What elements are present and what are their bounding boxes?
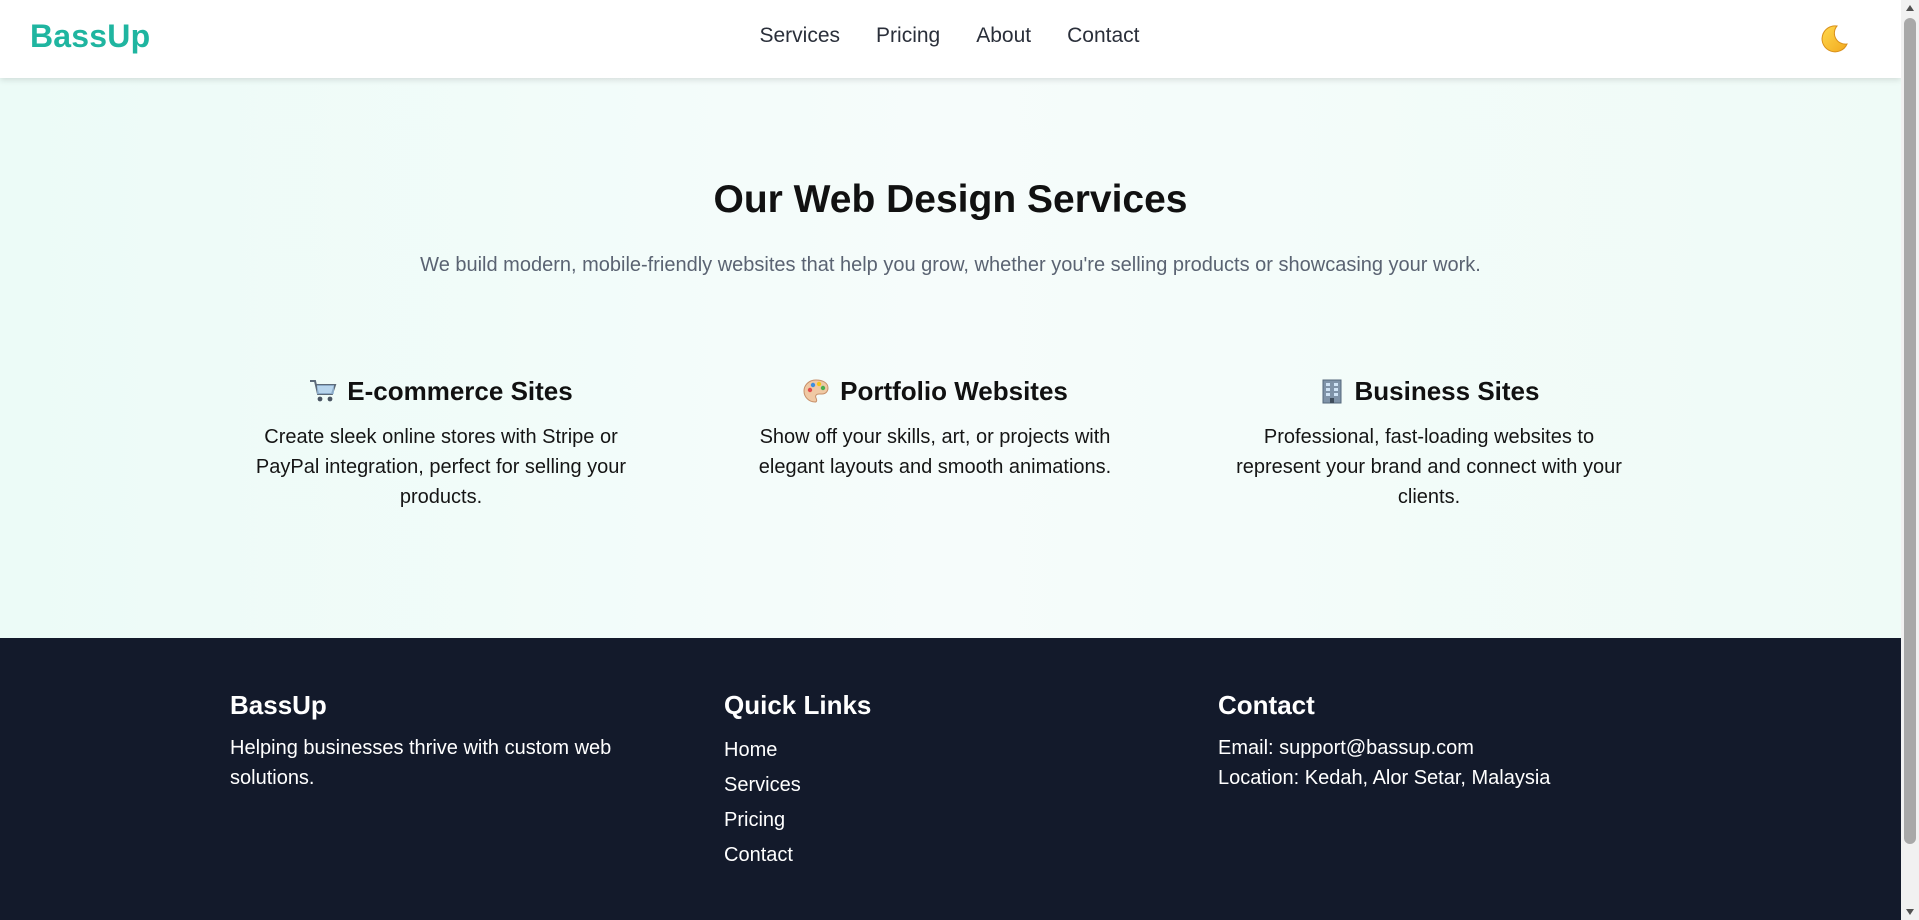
- scroll-down-arrow-icon[interactable]: [1901, 904, 1919, 920]
- footer-contact-email[interactable]: Email: support@bassup.com: [1218, 733, 1648, 763]
- site-header: BassUp Services Pricing About Contact: [0, 0, 1901, 78]
- nav-link-contact[interactable]: Contact: [1067, 24, 1139, 48]
- footer-quick-links: Quick Links Home Services Pricing Contac…: [724, 690, 1154, 873]
- nav-link-about[interactable]: About: [976, 24, 1031, 48]
- site-footer: BassUp Helping businesses thrive with cu…: [0, 638, 1901, 920]
- service-card-portfolio: Portfolio Websites Show off your skills,…: [742, 374, 1128, 512]
- footer-links-list: Home Services Pricing Contact: [724, 733, 1154, 873]
- footer-contact-heading: Contact: [1218, 690, 1315, 720]
- moon-icon: [1821, 25, 1848, 53]
- service-card-ecommerce: E-commerce Sites Create sleek online sto…: [248, 374, 634, 512]
- service-card-title: E-commerce Sites: [347, 375, 573, 406]
- services-title: Our Web Design Services: [713, 178, 1188, 221]
- service-card-text: Professional, fast-loading websites to r…: [1236, 426, 1622, 508]
- nav-link-pricing[interactable]: Pricing: [876, 24, 940, 48]
- footer-link-home[interactable]: Home: [724, 733, 1154, 768]
- footer-link-services[interactable]: Services: [724, 768, 1154, 803]
- service-card-heading: Portfolio Websites: [742, 374, 1128, 408]
- scrollbar-thumb[interactable]: [1904, 18, 1916, 844]
- service-cards: E-commerce Sites Create sleek online sto…: [248, 374, 1622, 512]
- footer-link-contact[interactable]: Contact: [724, 838, 1154, 873]
- service-card-heading: Business Sites: [1236, 374, 1622, 408]
- footer-about-text: Helping businesses thrive with custom we…: [230, 737, 612, 789]
- footer-about: BassUp Helping businesses thrive with cu…: [230, 690, 660, 793]
- footer-link-pricing[interactable]: Pricing: [724, 803, 1154, 838]
- theme-toggle-button[interactable]: [1817, 22, 1851, 56]
- service-card-title: Business Sites: [1354, 375, 1540, 406]
- service-card-text: Show off your skills, art, or projects w…: [758, 426, 1112, 478]
- service-card-title: Portfolio Websites: [840, 375, 1068, 406]
- services-subtitle: We build modern, mobile-friendly website…: [420, 254, 1481, 276]
- footer-contact: Contact Email: support@bassup.com Locati…: [1218, 690, 1648, 793]
- palette-icon: [803, 379, 829, 403]
- page: BassUp Services Pricing About Contact Ou…: [0, 0, 1901, 920]
- services-section: Our Web Design Services We build modern,…: [0, 78, 1901, 638]
- shopping-cart-icon: [310, 380, 337, 402]
- main-nav: Services Pricing About Contact: [0, 24, 1901, 48]
- service-card-business: Business Sites Professional, fast-loadin…: [1236, 374, 1622, 512]
- footer-about-heading: BassUp: [230, 690, 327, 720]
- nav-link-services[interactable]: Services: [760, 24, 841, 48]
- footer-contact-location: Location: Kedah, Alor Setar, Malaysia: [1218, 767, 1551, 789]
- service-card-text: Create sleek online stores with Stripe o…: [255, 426, 627, 508]
- vertical-scrollbar[interactable]: [1901, 0, 1919, 920]
- office-building-icon: [1322, 379, 1341, 404]
- footer-quick-links-heading: Quick Links: [724, 690, 872, 720]
- service-card-heading: E-commerce Sites: [248, 374, 634, 408]
- scroll-up-arrow-icon[interactable]: [1901, 0, 1919, 16]
